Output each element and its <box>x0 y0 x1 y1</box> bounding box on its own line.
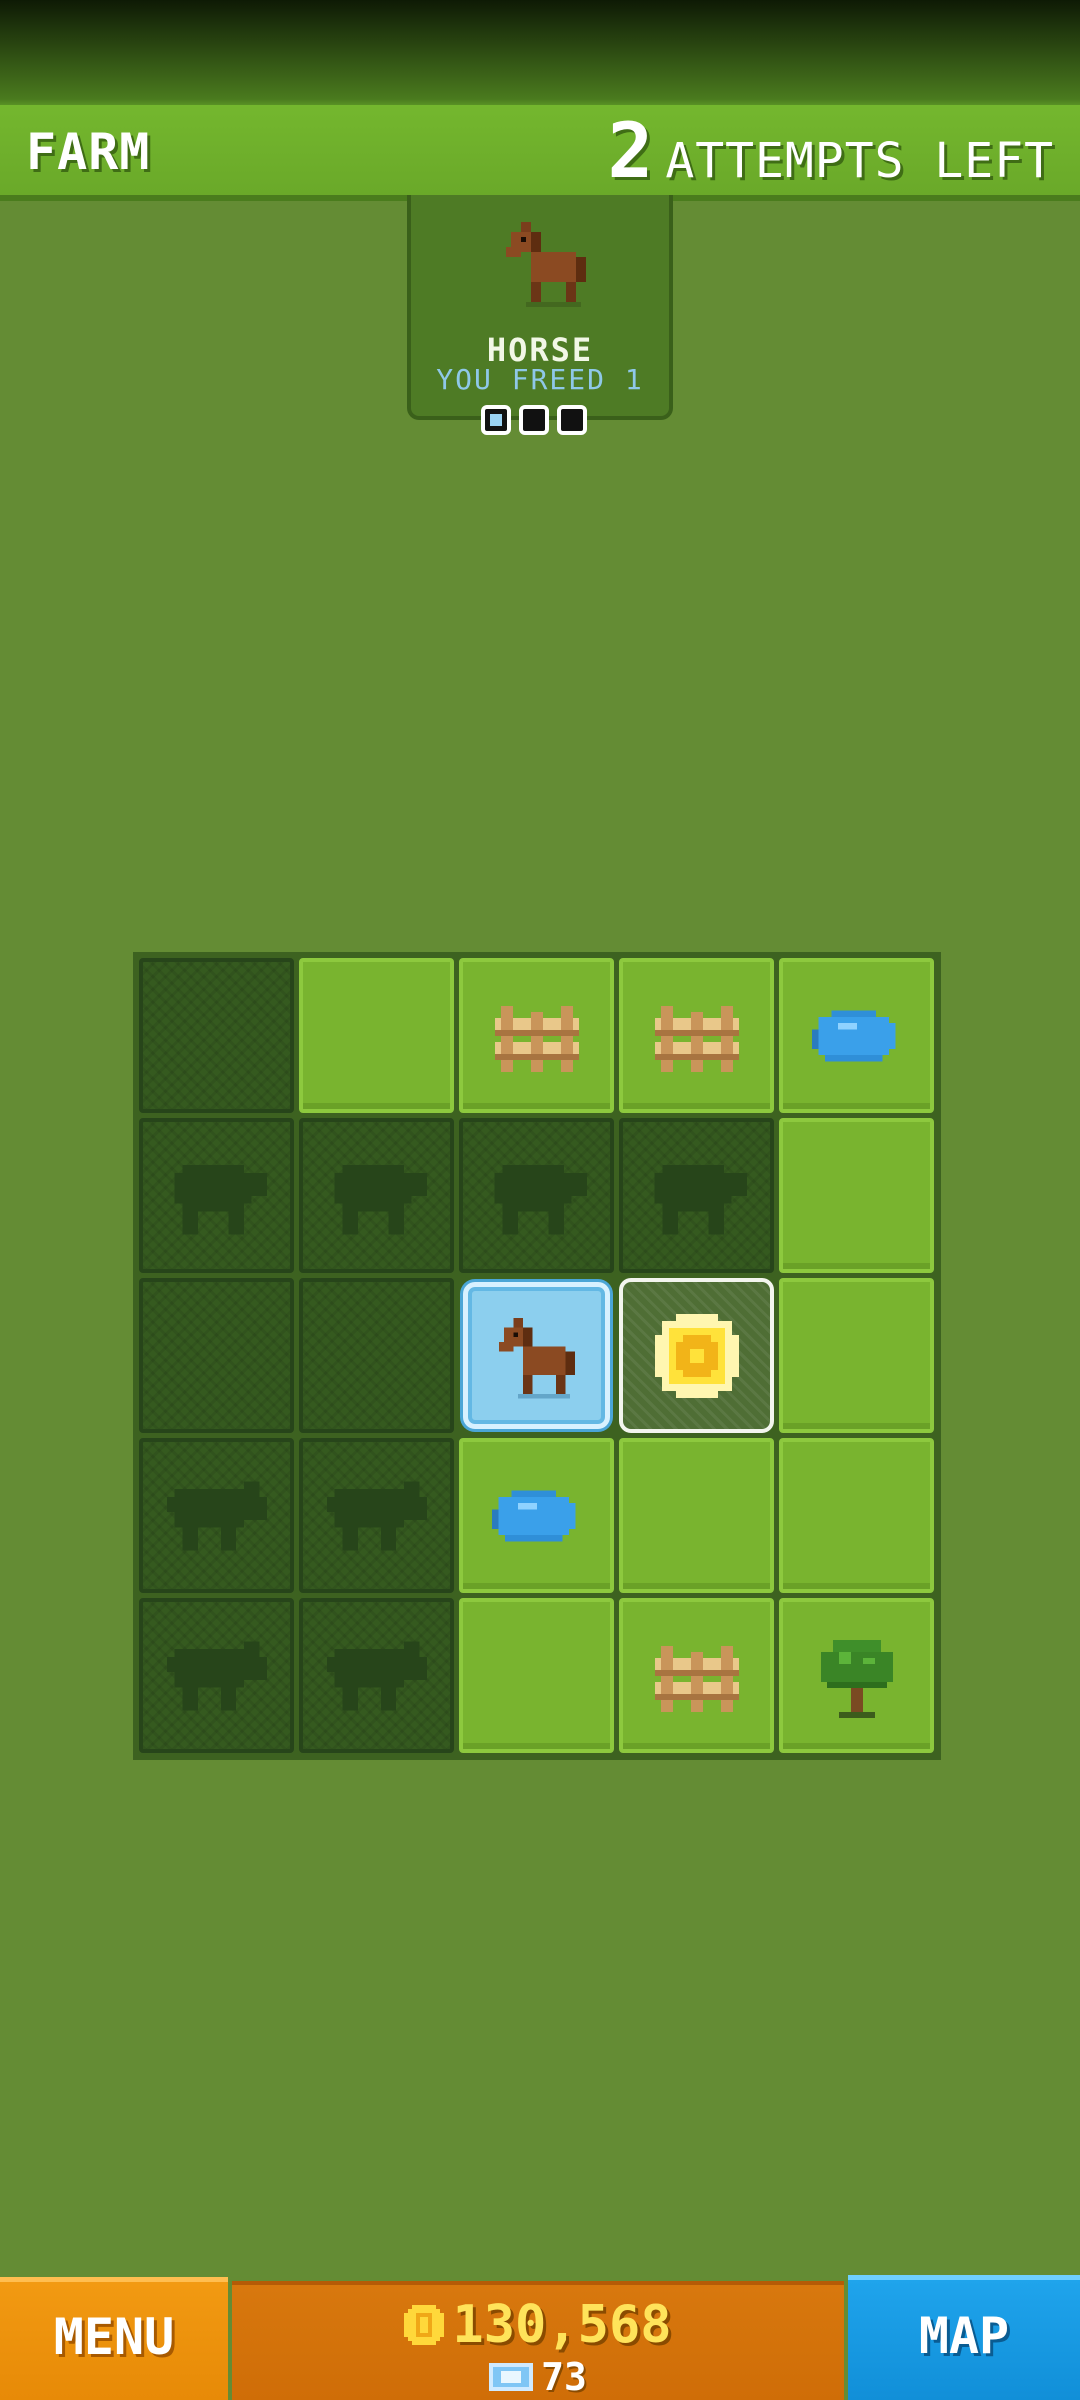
coins-row: 130,568 <box>232 2295 844 2355</box>
fence-icon <box>654 1005 739 1072</box>
tree-icon <box>820 1639 893 1718</box>
pond-tile[interactable] <box>459 1438 614 1593</box>
freed-progress <box>481 405 587 435</box>
hidden-sheep-tile[interactable] <box>139 1118 294 1273</box>
bottom-bar: MENU 130,568 73 MAP <box>0 2275 1080 2400</box>
fence-icon <box>494 1005 579 1072</box>
coins-value: 130,568 <box>452 2295 672 2355</box>
menu-button[interactable]: MENU <box>0 2277 228 2400</box>
hidden-sheep-tile[interactable] <box>619 1118 774 1273</box>
grass-tile[interactable] <box>299 958 454 1113</box>
locked-tile[interactable] <box>139 958 294 1113</box>
freed-count-text: YOU FREED 1 <box>436 363 644 396</box>
coin-icon <box>654 1313 739 1398</box>
horse-tile[interactable] <box>463 1282 610 1429</box>
pond-tile[interactable] <box>779 958 934 1113</box>
hidden-pig-tile[interactable] <box>139 1598 294 1753</box>
fence-tile[interactable] <box>619 1598 774 1753</box>
wallet-panel: 130,568 73 <box>232 2281 844 2400</box>
target-animal-card: HORSE YOU FREED 1 <box>407 195 673 420</box>
game-board <box>133 952 941 1760</box>
pig-silhouette-icon <box>166 1480 267 1551</box>
attempts-indicator: 2 ATTEMPTS LEFT <box>607 106 1054 195</box>
grass-tile[interactable] <box>779 1438 934 1593</box>
level-title: FARM <box>26 123 151 181</box>
pig-silhouette-icon <box>326 1640 427 1711</box>
gem-icon <box>489 2363 534 2391</box>
pond-icon <box>491 1489 575 1542</box>
gems-row: 73 <box>232 2355 844 2399</box>
sheep-silhouette-icon <box>174 1164 267 1234</box>
hidden-sheep-tile[interactable] <box>299 1118 454 1273</box>
grass-tile[interactable] <box>779 1118 934 1273</box>
sheep-silhouette-icon <box>334 1164 427 1234</box>
pond-icon <box>811 1009 895 1062</box>
status-bar-fade <box>0 0 1080 110</box>
horse-icon <box>498 1317 575 1399</box>
hidden-pig-tile[interactable] <box>299 1598 454 1753</box>
pig-silhouette-icon <box>326 1480 427 1551</box>
horse-icon <box>506 222 586 307</box>
fence-tile[interactable] <box>619 958 774 1113</box>
progress-dot <box>519 405 549 435</box>
hidden-pig-tile[interactable] <box>139 1438 294 1593</box>
locked-tile[interactable] <box>139 1278 294 1433</box>
sheep-silhouette-icon <box>654 1164 747 1234</box>
attempts-label: ATTEMPTS LEFT <box>665 133 1054 189</box>
progress-dot <box>481 405 511 435</box>
grass-tile[interactable] <box>459 1598 614 1753</box>
coin-tile[interactable] <box>619 1278 774 1433</box>
sheep-silhouette-icon <box>494 1164 587 1234</box>
attempts-count: 2 <box>607 106 654 195</box>
coin-icon <box>404 2305 445 2345</box>
hidden-pig-tile[interactable] <box>299 1438 454 1593</box>
tree-tile[interactable] <box>779 1598 934 1753</box>
progress-dot <box>557 405 587 435</box>
fence-tile[interactable] <box>459 958 614 1113</box>
locked-tile[interactable] <box>299 1278 454 1433</box>
grass-tile[interactable] <box>779 1278 934 1433</box>
fence-icon <box>654 1645 739 1712</box>
map-button[interactable]: MAP <box>848 2275 1080 2400</box>
grass-tile[interactable] <box>619 1438 774 1593</box>
header-bar: FARM 2 ATTEMPTS LEFT <box>0 105 1080 201</box>
pig-silhouette-icon <box>166 1640 267 1711</box>
gems-value: 73 <box>541 2355 587 2399</box>
hidden-sheep-tile[interactable] <box>459 1118 614 1273</box>
